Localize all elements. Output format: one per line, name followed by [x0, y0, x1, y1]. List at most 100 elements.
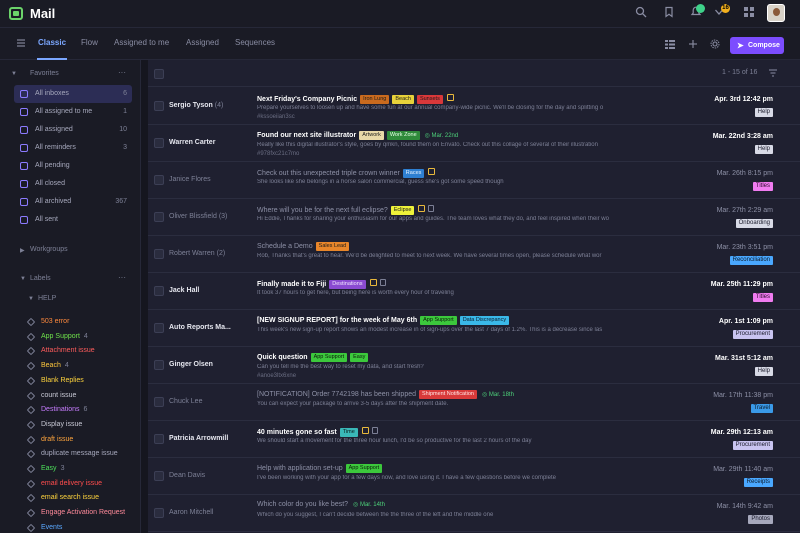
chevron-down-icon[interactable]: ▼	[11, 71, 17, 77]
row-checkbox[interactable]	[154, 212, 164, 222]
help-group-header[interactable]: HELP	[38, 295, 56, 302]
email-tag[interactable]: Help	[754, 367, 773, 376]
bookmark-icon[interactable]	[662, 6, 676, 20]
note-icon[interactable]	[361, 427, 369, 434]
label-chip[interactable]: Work Zone	[386, 131, 420, 140]
labels-header[interactable]: Labels	[30, 275, 51, 282]
email-tag[interactable]: Help	[754, 108, 773, 117]
search-icon[interactable]	[634, 6, 648, 20]
label-chip[interactable]: Easy	[350, 353, 369, 362]
sidebar-item-all-assigned-to-me[interactable]: All assigned to me 1	[14, 103, 132, 121]
calendar-icon[interactable]	[379, 279, 386, 286]
label-chip[interactable]: Artwork	[359, 131, 384, 140]
settings-gear-icon[interactable]	[708, 38, 722, 52]
sidebar-item-all-reminders[interactable]: All reminders 3	[14, 139, 132, 157]
email-preview: Which do you suggest, I can't decide bet…	[257, 512, 494, 518]
tab-flow[interactable]: Flow	[81, 38, 98, 47]
label-chip[interactable]: App Support	[345, 464, 383, 473]
email-tag[interactable]: Receipts	[743, 478, 773, 487]
email-tag[interactable]: Onboarding	[735, 219, 773, 228]
email-tag[interactable]: Travel	[750, 404, 773, 413]
columns-icon[interactable]	[663, 38, 677, 52]
email-row[interactable]: Robert Warren (2) Schedule a Demo Sales Le…	[148, 236, 800, 273]
select-all-checkbox[interactable]	[154, 69, 164, 79]
sidebar-item-all-pending[interactable]: All pending	[14, 157, 132, 175]
row-checkbox[interactable]	[154, 249, 164, 259]
label-chip[interactable]: Sales Lead	[315, 242, 350, 251]
label-chip[interactable]: Eclipse	[390, 206, 415, 215]
row-checkbox[interactable]	[154, 101, 164, 111]
email-row[interactable]: Janice Flores Check out this unexpected …	[148, 162, 800, 199]
email-row[interactable]: Warren Carter Found our next site illust…	[148, 125, 800, 162]
email-preview: Really like this digital illustrator's s…	[257, 142, 598, 148]
email-row[interactable]: Oliver Blissfield (3) Where will you be f…	[148, 199, 800, 236]
email-row[interactable]: Ginger Olsen Quick question App Support Ea…	[148, 347, 800, 384]
email-row[interactable]: Aaron Mitchell Which color do you like b…	[148, 495, 800, 532]
apps-grid-icon[interactable]	[742, 6, 756, 20]
sidebar-item-all-inboxes[interactable]: All inboxes 6	[14, 85, 132, 103]
label-chip[interactable]: App Support	[310, 353, 348, 362]
email-tag[interactable]: Titles	[752, 293, 773, 302]
closed-icon	[20, 180, 28, 188]
tab-assigned[interactable]: Assigned	[186, 38, 219, 47]
email-row[interactable]: Patricia Arrowmill 40 minutes gone so fa…	[148, 421, 800, 458]
calendar-icon[interactable]	[428, 205, 435, 212]
row-checkbox[interactable]	[154, 286, 164, 296]
sidebar-item-all-sent[interactable]: All sent	[14, 211, 132, 229]
row-checkbox[interactable]	[154, 138, 164, 148]
label-chip[interactable]: Shipment Notification	[419, 390, 477, 399]
favorites-header[interactable]: Favorites	[30, 70, 59, 77]
tab-classic[interactable]: Classic	[38, 38, 66, 47]
chevron-down-icon[interactable]: ▼	[20, 276, 26, 282]
tab-assigned-to-me[interactable]: Assigned to me	[114, 38, 169, 47]
user-avatar[interactable]	[767, 4, 785, 22]
sidebar-item-all-assigned[interactable]: All assigned 10	[14, 121, 132, 139]
email-row[interactable]: Auto Reports Ma... [NEW SIGNUP REPORT] f…	[148, 310, 800, 347]
email-tag[interactable]: Procurement	[732, 441, 773, 450]
email-row[interactable]: Dean Davis Help with application set-up A…	[148, 458, 800, 495]
email-sender: Ginger Olsen	[169, 361, 213, 368]
more-options-icon[interactable]: ···	[118, 68, 126, 77]
label-chip[interactable]: Iron Lung	[360, 95, 390, 104]
chevron-right-icon[interactable]: ▶	[20, 247, 25, 254]
note-icon[interactable]	[446, 94, 454, 101]
label-chip[interactable]: Beach	[392, 95, 414, 104]
email-row[interactable]: Jack Hall Finally made it to Fiji Destina…	[148, 273, 800, 310]
email-tag[interactable]: Photos	[748, 515, 773, 524]
note-icon[interactable]	[418, 205, 426, 212]
sidebar-item-all-archived[interactable]: All archived 367	[14, 193, 132, 211]
row-checkbox[interactable]	[154, 434, 164, 444]
row-checkbox[interactable]	[154, 360, 164, 370]
label-chip[interactable]: Sunsets	[416, 95, 443, 104]
add-icon[interactable]	[686, 38, 700, 52]
label-chip[interactable]: App Support	[420, 316, 457, 325]
row-checkbox[interactable]	[154, 323, 164, 333]
menu-icon[interactable]	[14, 37, 28, 51]
row-checkbox[interactable]	[154, 175, 164, 185]
email-tag[interactable]: Reconciliation	[729, 256, 773, 265]
email-row[interactable]: Chuck Lee [NOTIFICATION] Order 7742198 h…	[148, 384, 800, 421]
row-checkbox[interactable]	[154, 397, 164, 407]
email-tag[interactable]: Help	[754, 145, 773, 154]
sidebar-item-all-closed[interactable]: All closed	[14, 175, 132, 193]
workgroups-header[interactable]: Workgroups	[30, 246, 68, 253]
label-name: Display issue	[41, 420, 83, 428]
email-tag[interactable]: Titles	[752, 182, 773, 191]
email-tag[interactable]: Procurement	[732, 330, 773, 339]
label-chip[interactable]: Data Discrepancy	[459, 316, 510, 325]
filter-icon[interactable]	[766, 67, 780, 81]
more-options-icon[interactable]: ···	[118, 273, 126, 282]
email-row[interactable]: Sergio Tyson (4) Next Friday's Company Pi…	[148, 88, 800, 125]
note-icon[interactable]	[428, 168, 436, 175]
tab-sequences[interactable]: Sequences	[235, 38, 275, 47]
label-chip[interactable]: Races	[402, 169, 425, 178]
label-chip[interactable]: Destinations	[329, 280, 366, 289]
row-checkbox[interactable]	[154, 508, 164, 518]
row-checkbox[interactable]	[154, 471, 164, 481]
chevron-down-icon[interactable]: ▼	[28, 296, 34, 302]
compose-button[interactable]: ➤ Compose	[730, 37, 784, 54]
note-icon[interactable]	[369, 279, 377, 286]
label-chip[interactable]: Time	[339, 428, 358, 437]
calendar-icon[interactable]	[371, 427, 378, 434]
mail-app: { "app":{"title":"Mail"}, "topbar":{"ico…	[0, 0, 800, 533]
